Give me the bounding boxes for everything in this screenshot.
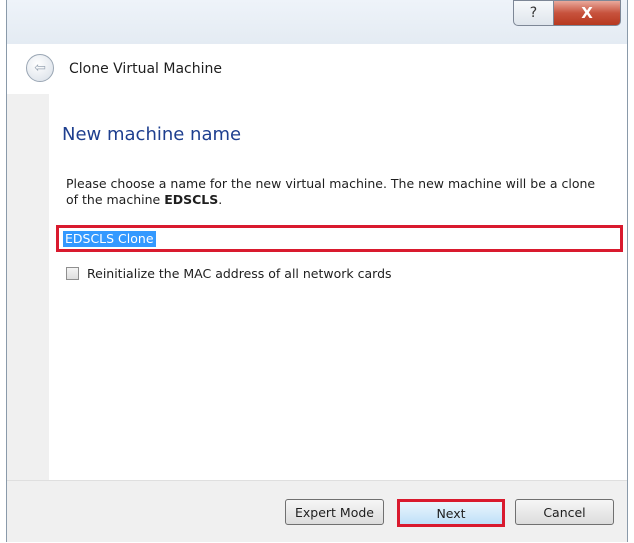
description-text: Please choose a name for the new virtual…	[66, 176, 596, 207]
mac-reinit-checkbox[interactable]	[66, 267, 79, 280]
back-glyph: ⇦	[34, 60, 46, 76]
window-controls: ? X	[513, 0, 621, 26]
title-bar: ? X	[7, 0, 627, 44]
page-description: Please choose a name for the new virtual…	[66, 176, 606, 208]
close-icon[interactable]: X	[553, 0, 621, 26]
expert-mode-button[interactable]: Expert Mode	[285, 499, 384, 525]
back-arrow-icon[interactable]: ⇦	[26, 54, 54, 82]
clone-vm-dialog: ? X ⇦ Clone Virtual Machine New machine …	[6, 0, 628, 542]
page-title: New machine name	[62, 124, 242, 145]
wizard-header: ⇦ Clone Virtual Machine	[7, 44, 627, 94]
description-suffix: .	[218, 192, 223, 207]
wizard-page: New machine name Please choose a name fo…	[49, 94, 627, 480]
mac-reinit-option[interactable]: Reinitialize the MAC address of all netw…	[66, 266, 392, 281]
cancel-button[interactable]: Cancel	[515, 499, 614, 525]
machine-name-input[interactable]: EDSCLS Clone	[56, 225, 623, 252]
help-icon[interactable]: ?	[513, 0, 553, 26]
button-bar: Expert Mode Next Cancel	[7, 480, 627, 542]
close-glyph: X	[581, 4, 593, 22]
machine-name-value: EDSCLS Clone	[63, 231, 156, 247]
mac-reinit-label[interactable]: Reinitialize the MAC address of all netw…	[87, 266, 392, 281]
help-glyph: ?	[529, 5, 538, 21]
source-machine-name: EDSCLS	[164, 192, 219, 207]
next-button[interactable]: Next	[397, 499, 505, 527]
wizard-title: Clone Virtual Machine	[69, 61, 222, 77]
